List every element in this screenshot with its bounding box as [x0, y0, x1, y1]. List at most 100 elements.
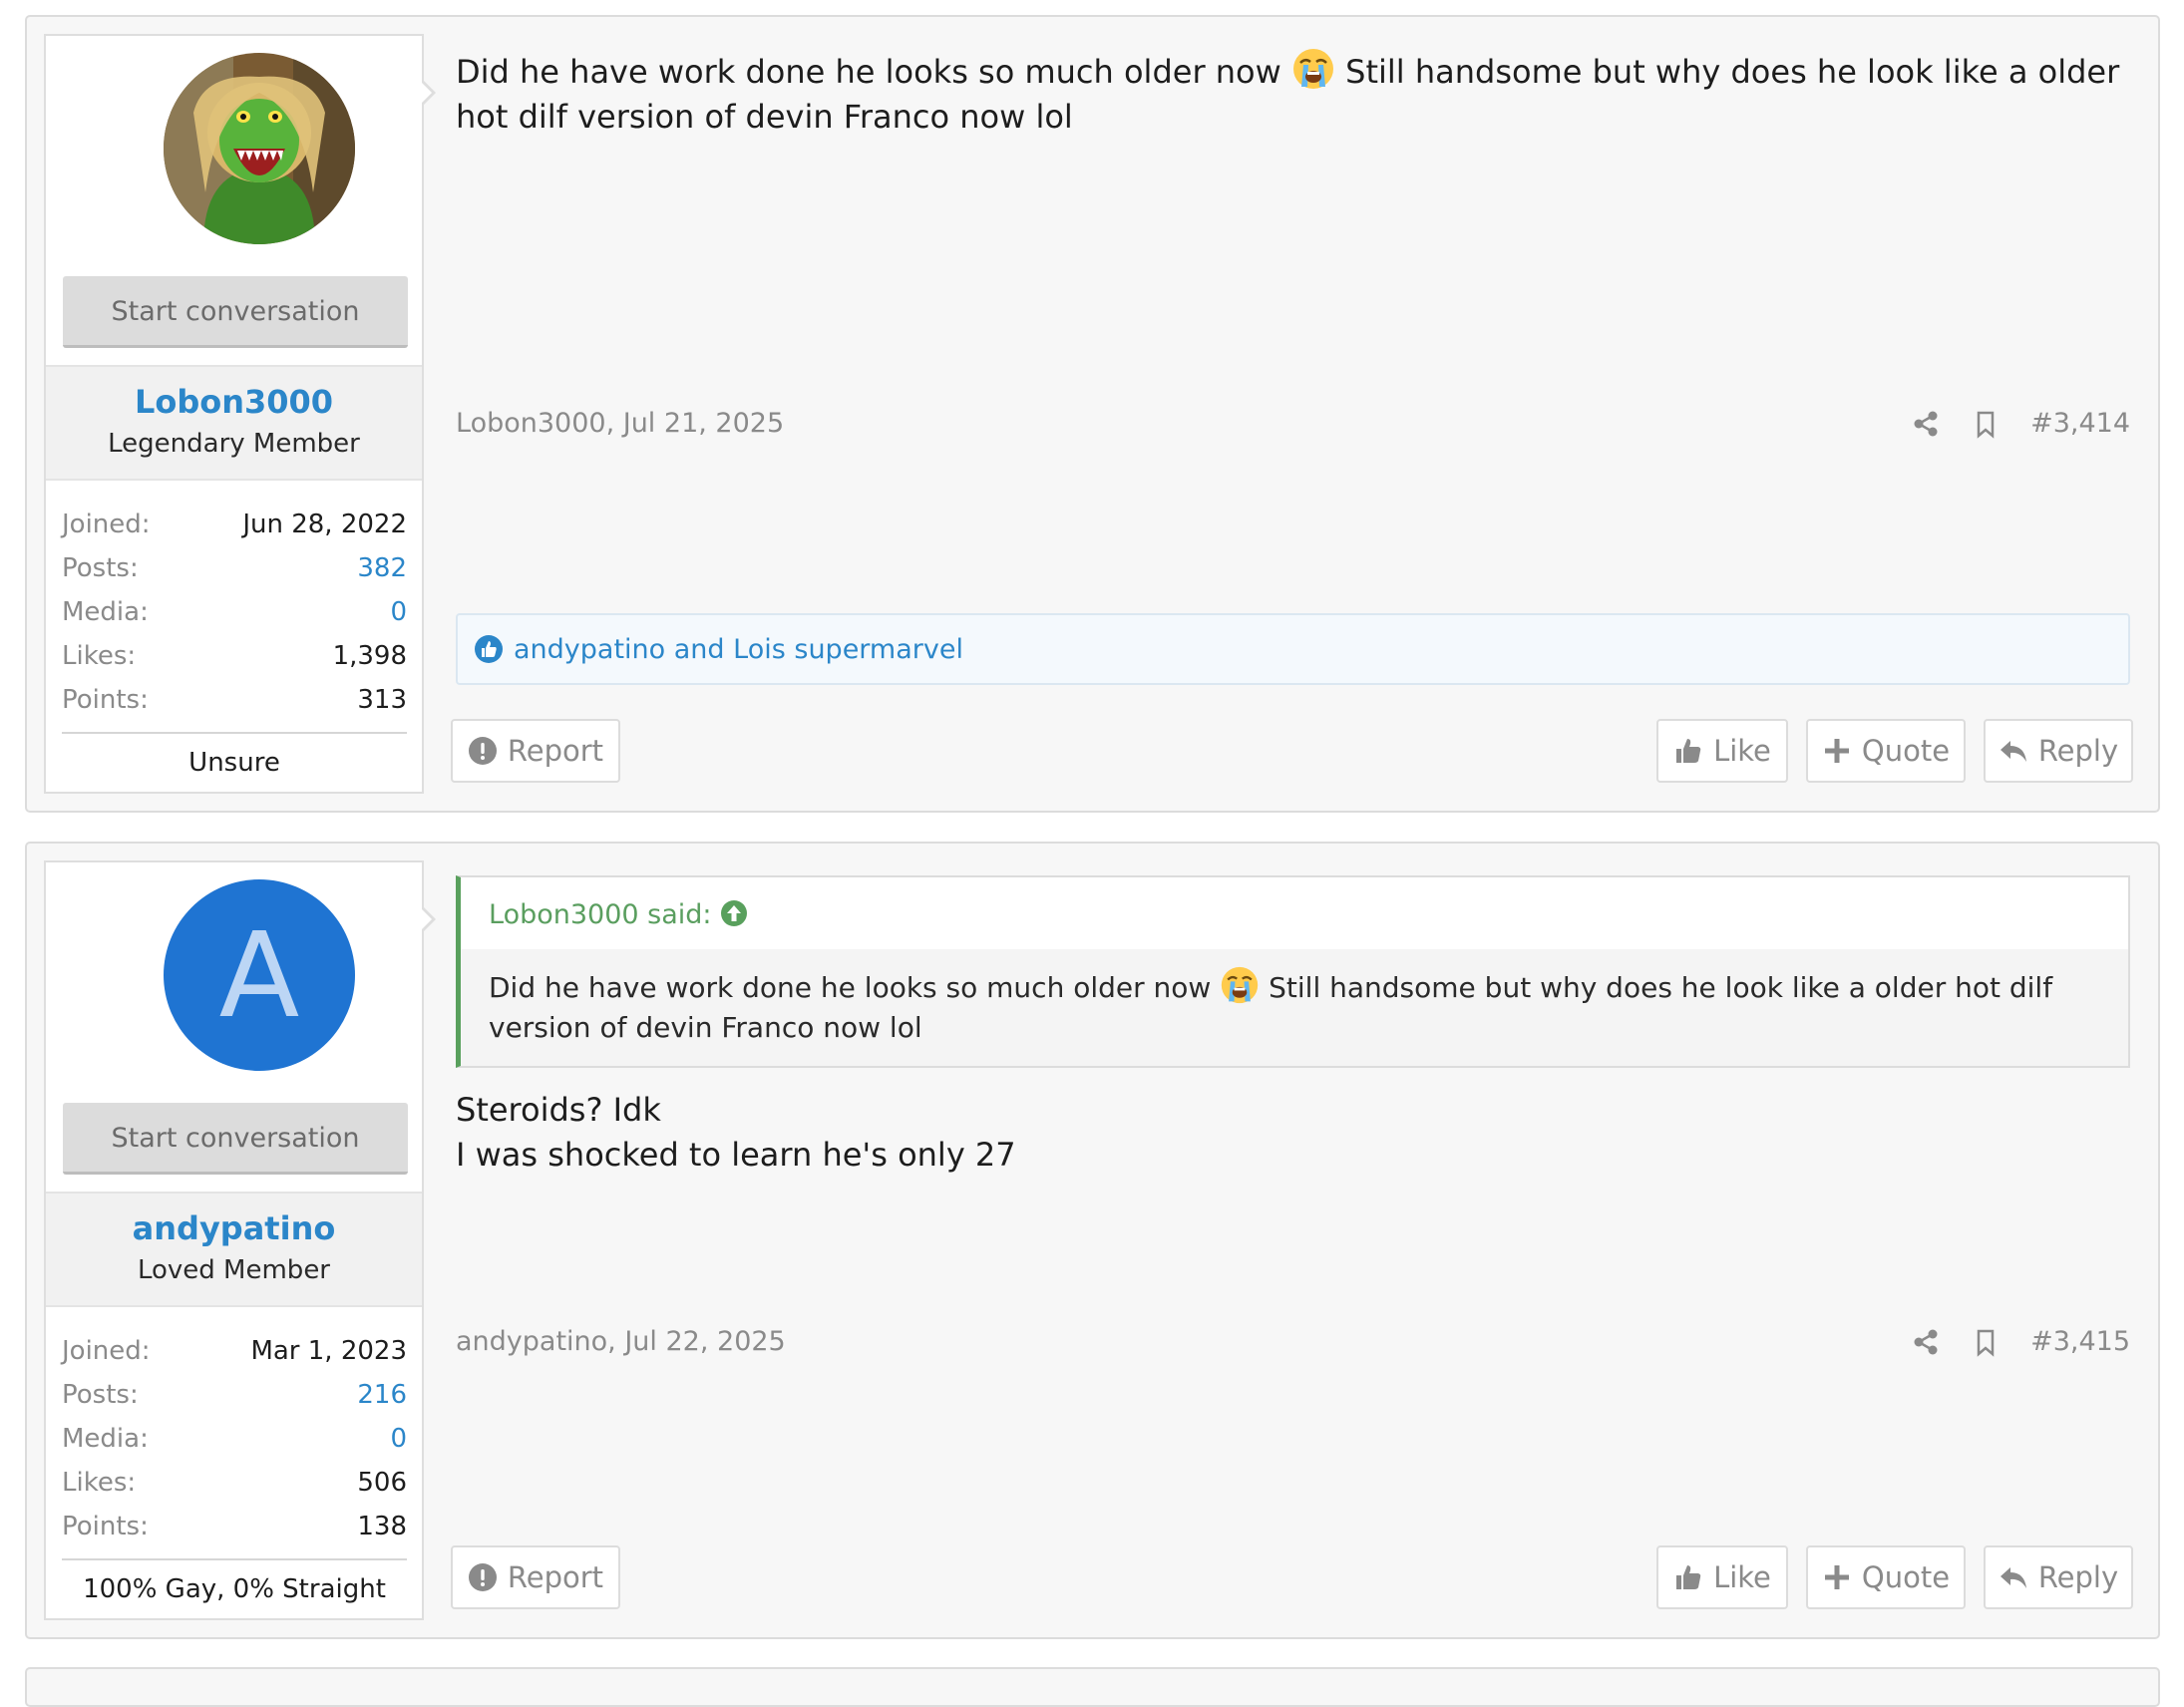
quote-author[interactable]: Lobon3000 said:	[489, 899, 712, 930]
stat-label: Points:	[62, 685, 149, 715]
stat-posts: Posts: 382	[62, 546, 407, 590]
post-number-link[interactable]: #3,415	[2030, 1326, 2130, 1357]
stat-label: Media:	[62, 1424, 149, 1454]
share-icon[interactable]	[1911, 1327, 1941, 1357]
message-text-part: Did he have work done he looks so much o…	[456, 53, 1291, 91]
stat-joined: Joined: Mar 1, 2023	[62, 1329, 407, 1373]
posts-count-link[interactable]: 382	[357, 546, 407, 590]
post-3415: A Start conversation andypatino Loved Me…	[25, 842, 2160, 1639]
stat-label: Points:	[62, 1512, 149, 1541]
user-info-panel: Start conversation Lobon3000 Legendary M…	[44, 34, 424, 794]
user-stats: Joined: Jun 28, 2022 Posts: 382 Media: 0…	[62, 503, 407, 778]
like-button[interactable]: Like	[1656, 1545, 1788, 1609]
stat-value: 313	[357, 685, 407, 715]
alert-icon	[468, 1563, 497, 1591]
reply-arrow-icon	[2000, 741, 2026, 762]
message-body: Lobon3000 said: Did he have work done he…	[456, 875, 2130, 1178]
reply-label: Reply	[2037, 1560, 2119, 1594]
like-reaction-icon	[475, 635, 503, 663]
author-date-link[interactable]: andypatino, Jul 22, 2025	[456, 1326, 786, 1357]
stat-posts: Posts: 216	[62, 1373, 407, 1417]
reply-label: Reply	[2037, 734, 2119, 768]
bookmark-icon[interactable]	[1971, 1327, 2001, 1357]
like-button[interactable]: Like	[1656, 719, 1788, 783]
stat-value: 138	[357, 1512, 407, 1541]
report-label: Report	[507, 734, 604, 768]
avatar[interactable]: A	[164, 879, 355, 1071]
loudly-crying-face-icon	[1292, 49, 1333, 89]
quote-button[interactable]: Quote	[1806, 1545, 1966, 1609]
user-title: Loved Member	[137, 1255, 331, 1285]
reactions-users-link[interactable]: andypatino and Lois supermarvel	[514, 634, 963, 665]
stat-label: Joined:	[62, 510, 151, 539]
userbox-arrow	[420, 79, 436, 107]
reply-button[interactable]: Reply	[1984, 1545, 2133, 1609]
meta-actions: #3,414	[1911, 408, 2130, 439]
quote-label: Quote	[1861, 1560, 1951, 1594]
user-info-panel: A Start conversation andypatino Loved Me…	[44, 860, 424, 1620]
stat-label: Media:	[62, 597, 149, 627]
thumbs-up-icon	[1676, 1565, 1701, 1589]
message-line: Steroids? Idk	[456, 1091, 661, 1129]
like-label: Like	[1713, 1560, 1771, 1594]
message-text: Steroids? Idk I was shocked to learn he'…	[456, 1088, 2130, 1178]
divider	[62, 732, 407, 734]
user-header: Lobon3000 Legendary Member	[46, 365, 422, 481]
message-body: Did he have work done he looks so much o…	[456, 47, 2130, 140]
stat-likes: Likes: 1,398	[62, 634, 407, 678]
start-conversation-button[interactable]: Start conversation	[63, 1103, 408, 1175]
quote-header: Lobon3000 said:	[461, 877, 2128, 949]
arrow-up-circle-icon[interactable]	[720, 899, 748, 927]
message-text: Did he have work done he looks so much o…	[456, 47, 2130, 140]
quote-label: Quote	[1861, 734, 1951, 768]
post-meta: Lobon3000, Jul 21, 2025 #3,414	[456, 408, 2130, 439]
share-icon[interactable]	[1911, 409, 1941, 439]
stat-points: Points: 313	[62, 678, 407, 722]
report-button[interactable]: Report	[451, 719, 620, 783]
user-custom-field: 100% Gay, 0% Straight	[83, 1574, 386, 1604]
post-number-link[interactable]: #3,414	[2030, 408, 2130, 439]
reactions-bar: andypatino and Lois supermarvel	[456, 613, 2130, 685]
plus-icon	[1824, 739, 1849, 763]
post-3414: Start conversation Lobon3000 Legendary M…	[25, 15, 2160, 813]
stat-value: Mar 1, 2023	[250, 1336, 407, 1366]
user-stats: Joined: Mar 1, 2023 Posts: 216 Media: 0 …	[62, 1329, 407, 1604]
user-custom-field: Unsure	[188, 748, 280, 778]
post-next-partial	[25, 1667, 2160, 1707]
stat-label: Joined:	[62, 1336, 151, 1366]
reply-button[interactable]: Reply	[1984, 719, 2133, 783]
reply-arrow-icon	[2000, 1567, 2026, 1588]
stat-media: Media: 0	[62, 1417, 407, 1461]
bookmark-icon[interactable]	[1971, 409, 2001, 439]
thumbs-up-icon	[1676, 739, 1701, 763]
stat-joined: Joined: Jun 28, 2022	[62, 503, 407, 546]
media-count-link[interactable]: 0	[390, 1417, 407, 1461]
author-date-link[interactable]: Lobon3000, Jul 21, 2025	[456, 408, 784, 439]
stat-label: Posts:	[62, 553, 139, 583]
stat-points: Points: 138	[62, 1505, 407, 1548]
report-label: Report	[507, 1560, 604, 1594]
avatar[interactable]	[164, 53, 355, 244]
quote-button[interactable]: Quote	[1806, 719, 1966, 783]
stat-value: Jun 28, 2022	[242, 510, 407, 539]
stat-likes: Likes: 506	[62, 1461, 407, 1505]
blockquote: Lobon3000 said: Did he have work done he…	[456, 875, 2130, 1068]
userbox-arrow	[420, 905, 436, 933]
user-title: Legendary Member	[108, 429, 360, 459]
like-label: Like	[1713, 734, 1771, 768]
start-conversation-button[interactable]: Start conversation	[63, 276, 408, 348]
loudly-crying-face-icon	[1222, 966, 1259, 1004]
username-link[interactable]: andypatino	[46, 1209, 422, 1247]
alert-icon	[468, 737, 497, 765]
plus-icon	[1824, 1565, 1849, 1589]
quote-text-part: Did he have work done he looks so much o…	[489, 971, 1221, 1004]
username-link[interactable]: Lobon3000	[46, 383, 422, 421]
media-count-link[interactable]: 0	[390, 590, 407, 634]
stat-value: 506	[357, 1468, 407, 1498]
posts-count-link[interactable]: 216	[357, 1373, 407, 1417]
message-line: I was shocked to learn he's only 27	[456, 1136, 1016, 1174]
post-meta: andypatino, Jul 22, 2025 #3,415	[456, 1326, 2130, 1357]
report-button[interactable]: Report	[451, 1545, 620, 1609]
divider	[62, 1558, 407, 1560]
lizard-avatar-image	[164, 53, 355, 244]
